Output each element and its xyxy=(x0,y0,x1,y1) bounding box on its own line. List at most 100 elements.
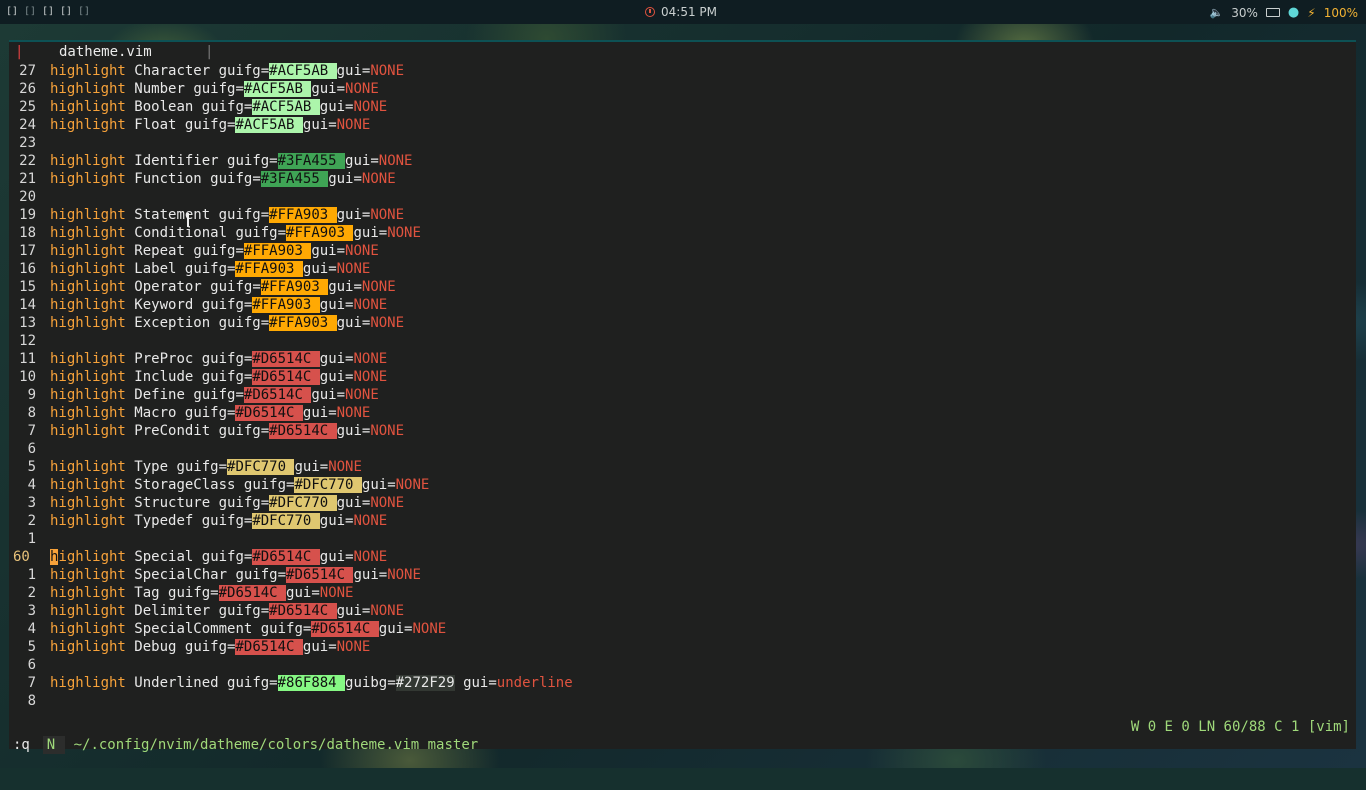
line-number: 1 xyxy=(27,531,36,547)
guifg-option: guifg= xyxy=(184,405,236,421)
buffer-line[interactable]: 7 highlight Underlined guifg=#86F884 guib… xyxy=(9,674,1356,692)
guifg-option: guifg= xyxy=(218,207,270,223)
buffer-line[interactable]: 3 highlight Structure guifg=#DFC770 gui=N… xyxy=(9,494,1356,512)
buffer-line[interactable]: 5 highlight Type guifg=#DFC770 gui=NONE xyxy=(9,458,1356,476)
buffer-line[interactable]: 4 highlight SpecialComment guifg=#D6514C … xyxy=(9,620,1356,638)
buffer-line[interactable]: 19 highlight Statement guifg=#FFA903 gui=… xyxy=(9,206,1356,224)
buffer-line[interactable]: 4 highlight StorageClass guifg=#DFC770 gu… xyxy=(9,476,1356,494)
gui-option: gui= xyxy=(302,117,337,133)
keyword-highlight: highlight xyxy=(50,207,126,223)
editor-buffer[interactable]: 27 highlight Character guifg=#ACF5AB gui=… xyxy=(9,62,1356,710)
buffer-line[interactable]: 7 highlight PreCondit guifg=#D6514C gui=N… xyxy=(9,422,1356,440)
group-name: Function xyxy=(134,171,202,187)
buffer-line[interactable]: 1 xyxy=(9,530,1356,548)
buffer-line[interactable]: 26 highlight Number guifg=#ACF5AB gui=NON… xyxy=(9,80,1356,98)
group-name: Debug xyxy=(134,639,177,655)
guifg-option: guifg= xyxy=(227,153,278,169)
keyboard-icon[interactable] xyxy=(1265,8,1280,17)
color-swatch: #D6514C xyxy=(218,585,287,601)
buffer-line[interactable]: 20 xyxy=(9,188,1356,206)
buffer-line[interactable]: 22 highlight Identifier guifg=#3FA455 gui… xyxy=(9,152,1356,170)
group-name: SpecialComment xyxy=(134,621,253,637)
line-number: 8 xyxy=(27,405,36,421)
buffer-line[interactable]: 17 highlight Repeat guifg=#FFA903 gui=NON… xyxy=(9,242,1356,260)
guifg-option: guifg= xyxy=(218,63,270,79)
buffer-line[interactable]: 1 highlight SpecialChar guifg=#D6514C gui… xyxy=(9,566,1356,584)
guifg-option: guifg= xyxy=(201,369,253,385)
command-line[interactable]: :q xyxy=(13,736,30,754)
gui-value: NONE xyxy=(370,315,405,331)
buffer-line[interactable]: 8 highlight Macro guifg=#D6514C gui=NONE xyxy=(9,404,1356,422)
buffer-line[interactable]: 2 highlight Typedef guifg=#DFC770 gui=NON… xyxy=(9,512,1356,530)
buffer-line[interactable]: 3 highlight Delimiter guifg=#D6514C gui=N… xyxy=(9,602,1356,620)
buffer-line[interactable]: 6 xyxy=(9,440,1356,458)
guifg-option: guifg= xyxy=(218,603,270,619)
buffer-line[interactable]: 18 highlight Conditional guifg=#FFA903 gu… xyxy=(9,224,1356,242)
color-swatch: #D6514C xyxy=(252,369,320,385)
line-number: 2 xyxy=(27,585,36,601)
line-number: 1 xyxy=(27,567,36,583)
keyword-highlight: highlight xyxy=(50,297,126,313)
workspace-3[interactable]: [] xyxy=(42,6,54,17)
buffer-line[interactable]: 16 highlight Label guifg=#FFA903 gui=NONE xyxy=(9,260,1356,278)
buffer-line[interactable]: 8 xyxy=(9,692,1356,710)
line-number: 14 xyxy=(19,297,36,313)
tab-datheme[interactable]: datheme.vim xyxy=(59,42,152,62)
system-tray: 🔈 30% ● ⚡ 100% xyxy=(1210,5,1358,20)
guifg-option: guifg= xyxy=(227,675,278,691)
keyword-highlight: highlight xyxy=(50,243,126,259)
gui-option: gui= xyxy=(286,585,320,601)
keyword-highlight: highlight xyxy=(50,225,126,241)
buffer-line[interactable]: 15 highlight Operator guifg=#FFA903 gui=N… xyxy=(9,278,1356,296)
gui-option: gui= xyxy=(311,243,346,259)
line-number: 10 xyxy=(19,369,36,385)
gui-value: NONE xyxy=(353,369,388,385)
workspace-list: [] [] [] [] [] xyxy=(6,6,90,17)
buffer-line[interactable]: 24 highlight Float guifg=#ACF5AB gui=NONE xyxy=(9,116,1356,134)
keyword-highlight: highlight xyxy=(50,369,126,385)
wifi-icon[interactable]: ● xyxy=(1288,5,1299,20)
buffer-line[interactable]: 23 xyxy=(9,134,1356,152)
clock[interactable]: 04:51 PM xyxy=(645,5,717,19)
group-name: PreCondit xyxy=(134,423,211,439)
workspace-2[interactable]: [] xyxy=(24,6,36,17)
buffer-line[interactable]: 2 highlight Tag guifg=#D6514C gui=NONE xyxy=(9,584,1356,602)
battery-level: 100% xyxy=(1323,5,1358,20)
buffer-line[interactable]: 6 xyxy=(9,656,1356,674)
gui-value: NONE xyxy=(345,243,379,259)
buffer-line[interactable]: 9 highlight Define guifg=#D6514C gui=NONE xyxy=(9,386,1356,404)
color-swatch: #FFA903 xyxy=(286,225,354,241)
workspace-4[interactable]: [] xyxy=(60,6,72,17)
color-swatch: #DFC770 xyxy=(269,495,337,511)
group-name: Repeat xyxy=(134,243,185,259)
gui-value: NONE xyxy=(345,81,379,97)
buffer-line[interactable]: 27 highlight Character guifg=#ACF5AB gui=… xyxy=(9,62,1356,80)
current-line[interactable]: 60 highlight Special guifg=#D6514C gui=NO… xyxy=(9,548,1356,566)
color-swatch: #D6514C xyxy=(243,387,312,403)
buffer-line[interactable]: 13 highlight Exception guifg=#FFA903 gui=… xyxy=(9,314,1356,332)
status-right-info: W 0 E 0 LN 60/88 C 1 [vim] xyxy=(1130,719,1350,735)
gui-value: NONE xyxy=(370,603,405,619)
workspace-5[interactable]: [] xyxy=(78,6,90,17)
line-number: 2 xyxy=(27,513,36,529)
workspace-1[interactable]: [] xyxy=(6,6,18,17)
buffer-line[interactable]: 14 highlight Keyword guifg=#FFA903 gui=NO… xyxy=(9,296,1356,314)
guifg-option: guifg= xyxy=(260,621,312,637)
buffer-line[interactable]: 12 xyxy=(9,332,1356,350)
speaker-icon[interactable]: 🔈 xyxy=(1210,6,1224,19)
gui-value: NONE xyxy=(387,567,421,583)
guibg-value: #272F29 xyxy=(395,675,455,691)
keyword-highlight: highlight xyxy=(50,279,126,295)
buffer-line[interactable]: 11 highlight PreProc guifg=#D6514C gui=NO… xyxy=(9,350,1356,368)
line-number: 20 xyxy=(19,189,36,205)
keyword-highlight: highlight xyxy=(50,513,126,529)
guifg-option: guifg= xyxy=(193,81,244,97)
buffer-line[interactable]: 5 highlight Debug guifg=#D6514C gui=NONE xyxy=(9,638,1356,656)
keyword-highlight: highlight xyxy=(50,639,126,655)
buffer-line[interactable]: 25 highlight Boolean guifg=#ACF5AB gui=NO… xyxy=(9,98,1356,116)
buffer-line[interactable]: 21 highlight Function guifg=#3FA455 gui=N… xyxy=(9,170,1356,188)
buffer-line[interactable]: 10 highlight Include guifg=#D6514C gui=NO… xyxy=(9,368,1356,386)
guifg-option: guifg= xyxy=(218,315,270,331)
terminal-window[interactable]: | datheme.vim | 27 highlight Character gu… xyxy=(9,40,1356,754)
gui-value: underline xyxy=(496,675,573,691)
